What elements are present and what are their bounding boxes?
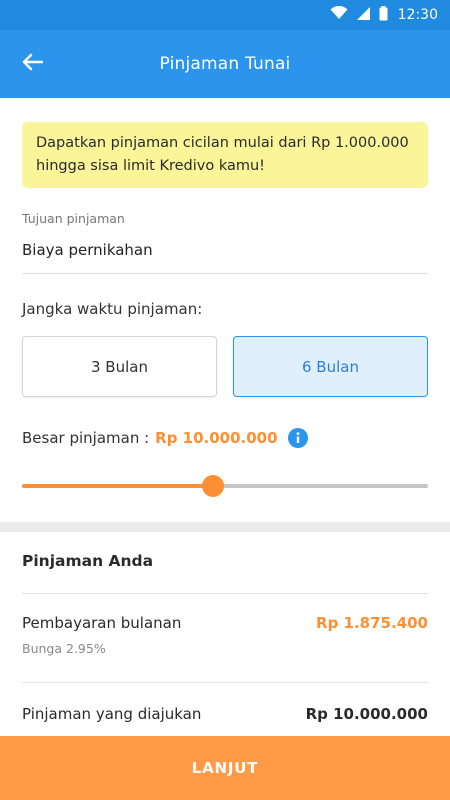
requested-loan-label: Pinjaman yang diajukan [22, 705, 202, 723]
continue-button[interactable]: LANJUT [0, 736, 450, 800]
signal-icon [356, 6, 371, 25]
wifi-icon [330, 5, 348, 24]
monthly-payment-value: Rp 1.875.400 [316, 614, 428, 632]
info-icon[interactable] [287, 428, 308, 448]
tenure-option-6-bulan[interactable]: 6 Bulan [233, 336, 428, 397]
purpose-field[interactable]: Biaya pernikahan [22, 241, 153, 259]
battery-icon [379, 5, 388, 25]
amount-value: Rp 10.000.000 [155, 429, 278, 447]
monthly-payment-label: Pembayaran bulanan [22, 614, 182, 632]
app-bar: Pinjaman Tunai [0, 30, 450, 98]
status-time: 12:30 [397, 7, 438, 23]
info-banner: Dapatkan pinjaman cicilan mulai dari Rp … [22, 122, 428, 188]
amount-label: Besar pinjaman : [22, 429, 150, 447]
purpose-underline [22, 273, 428, 274]
interest-rate: Bunga 2.95% [22, 641, 106, 656]
page-title: Pinjaman Tunai [159, 54, 291, 74]
requested-loan-value: Rp 10.000.000 [305, 705, 428, 723]
back-arrow-icon [21, 53, 44, 75]
summary-title: Pinjaman Anda [22, 552, 154, 570]
summary-divider [22, 682, 428, 683]
tenure-label: Jangka waktu pinjaman: [22, 300, 203, 318]
status-bar: 12:30 [0, 0, 450, 30]
slider-thumb[interactable] [201, 475, 224, 497]
purpose-label: Tujuan pinjaman [22, 211, 125, 226]
amount-row: Besar pinjaman : Rp 10.000.000 [22, 428, 308, 448]
status-icons [330, 5, 388, 25]
section-divider [0, 522, 450, 532]
amount-slider[interactable] [22, 474, 428, 498]
tenure-option-3-bulan[interactable]: 3 Bulan [22, 336, 217, 397]
summary-divider [22, 593, 428, 594]
slider-fill [22, 484, 213, 488]
back-button[interactable] [16, 48, 48, 80]
